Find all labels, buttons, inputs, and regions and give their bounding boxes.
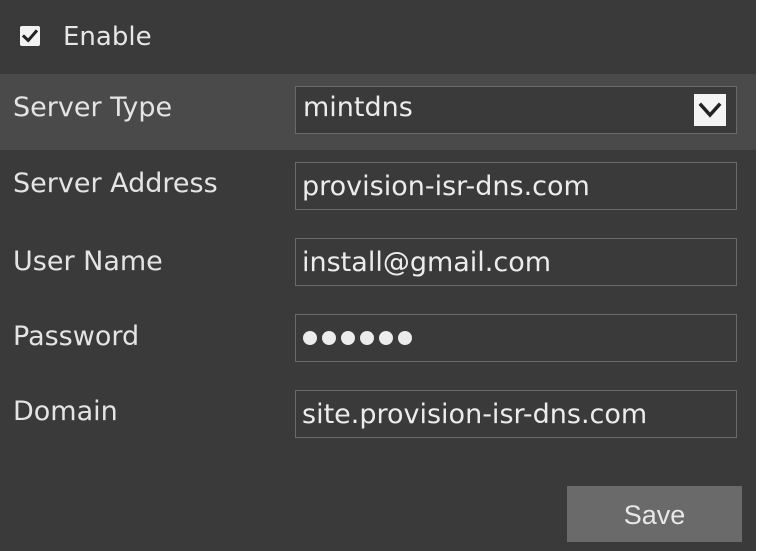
password-input[interactable] [295, 314, 737, 362]
password-mask-dot [322, 331, 336, 345]
password-mask-dot [360, 331, 374, 345]
domain-input[interactable] [295, 390, 737, 438]
password-mask-dot [379, 331, 393, 345]
server-type-row: Server Type mintdns [0, 74, 756, 150]
enable-label: Enable [63, 22, 152, 52]
password-mask-dot [398, 331, 412, 345]
enable-checkbox[interactable] [20, 26, 40, 46]
save-button[interactable]: Save [567, 486, 742, 542]
server-address-row: Server Address [0, 150, 756, 226]
user-name-label: User Name [13, 246, 163, 277]
password-mask-dot [341, 331, 355, 345]
enable-row: Enable [0, 0, 756, 74]
password-row: Password [0, 302, 756, 378]
server-type-label: Server Type [13, 92, 173, 123]
checkmark-icon [21, 29, 39, 43]
chevron-down-icon[interactable] [694, 94, 726, 126]
domain-row: Domain [0, 378, 756, 454]
password-label: Password [13, 321, 140, 352]
server-type-select[interactable]: mintdns [295, 86, 737, 134]
ddns-settings-panel: Enable Server Type mintdns Server Addres… [0, 0, 756, 551]
server-type-value: mintdns [303, 92, 413, 123]
server-address-label: Server Address [13, 168, 218, 199]
user-name-row: User Name [0, 226, 756, 302]
password-mask-dot [303, 331, 317, 345]
domain-label: Domain [13, 396, 118, 427]
password-mask [303, 327, 412, 349]
user-name-input[interactable] [295, 238, 737, 286]
server-address-input[interactable] [295, 162, 737, 210]
